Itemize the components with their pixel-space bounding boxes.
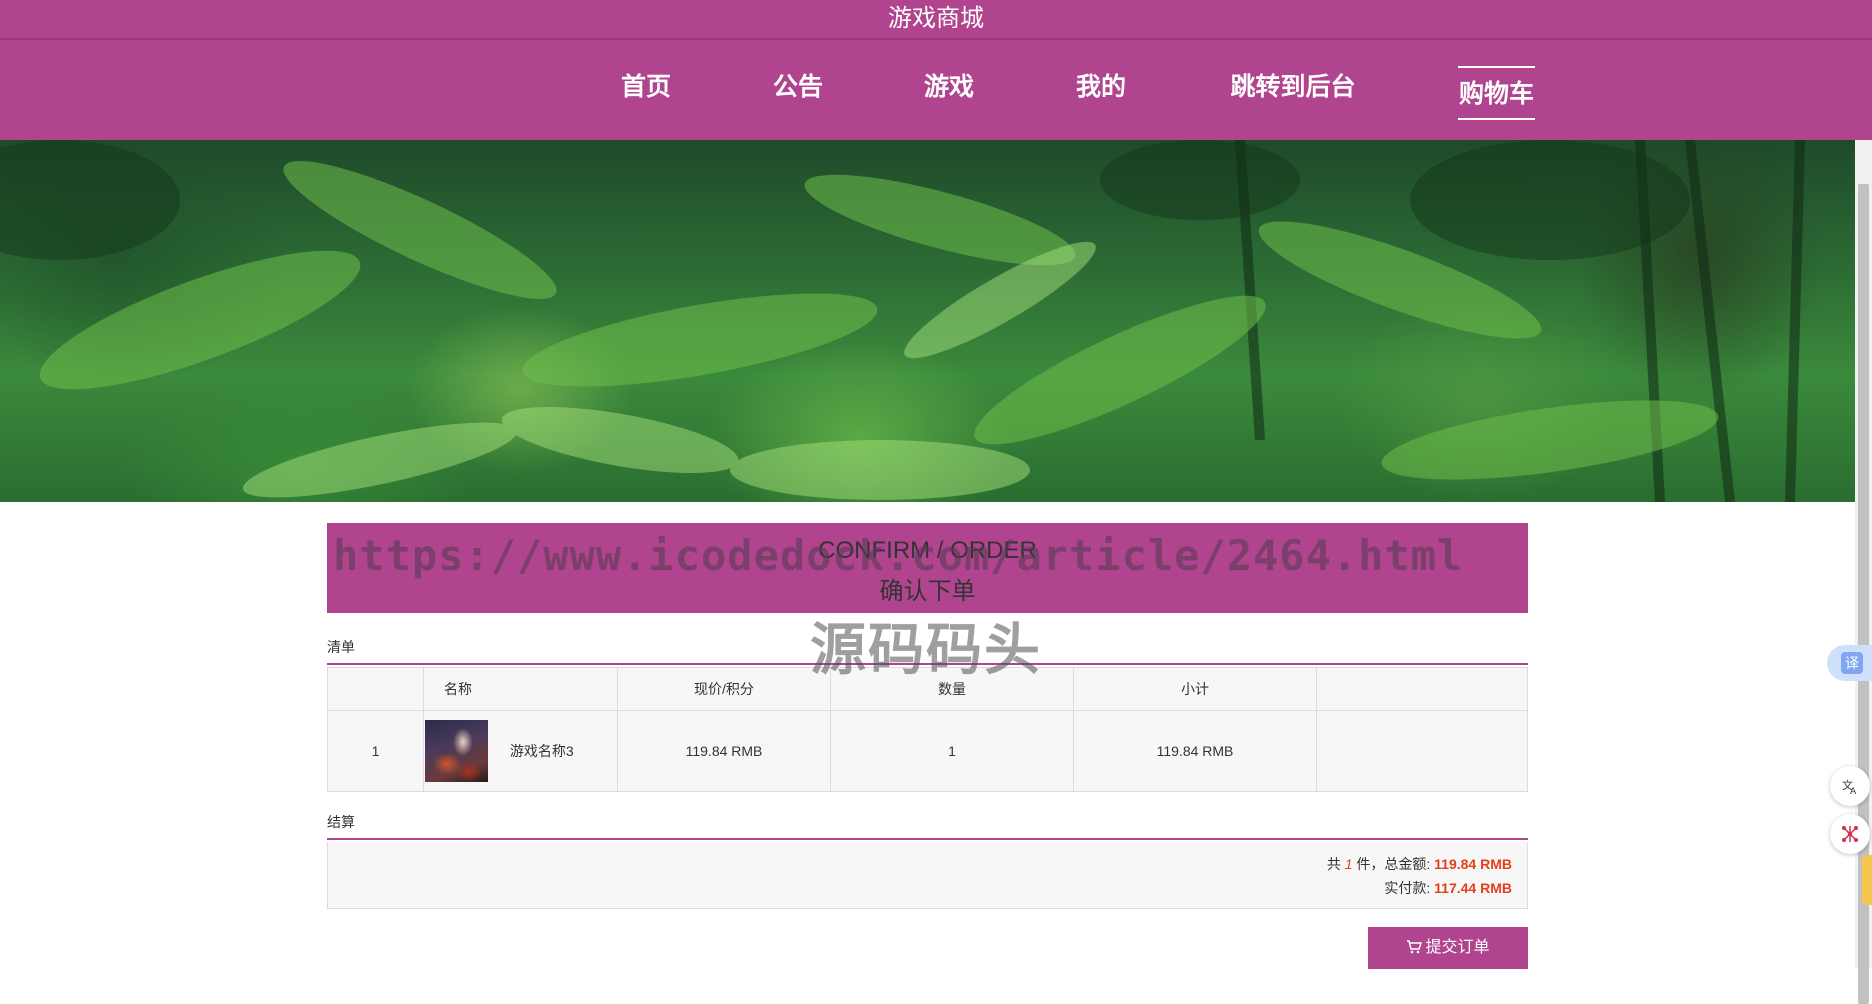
row-index: 1 [327, 710, 424, 792]
settle-paid-label: 实付款: [1384, 880, 1431, 896]
site-title: 游戏商城 [888, 5, 984, 32]
paid-amount: 117.44 RMB [1434, 880, 1512, 896]
settle-count-prefix: 共 [1326, 856, 1341, 872]
translate-icon: 译 [1841, 652, 1863, 674]
cart-icon [1407, 940, 1423, 954]
table-row: 1 游戏名称3 119.84 RMB 1 119.84 RMB [327, 710, 1528, 792]
product-thumbnail[interactable] [425, 720, 488, 782]
submit-order-label: 提交订单 [1425, 939, 1490, 956]
order-container: CONFIRM / ORDER 确认下单 https://www.icodedo… [327, 523, 1528, 969]
jungle-foliage-illustration [0, 140, 1805, 502]
nav-item-announcements[interactable]: 公告 [772, 66, 824, 108]
settle-divider [327, 838, 1528, 840]
list-section-label: 清单 [327, 639, 355, 655]
nav-item-games[interactable]: 游戏 [923, 66, 975, 108]
side-tab-strip[interactable] [1862, 855, 1872, 905]
col-index [327, 667, 424, 711]
settlement-summary: 共 1 件，总金额: 119.84 RMB 实付款: 117.44 RMB [327, 842, 1528, 909]
network-graph-icon[interactable] [1830, 814, 1870, 854]
translate-widget[interactable]: 译 [1827, 645, 1872, 681]
col-spacer [1316, 667, 1528, 711]
top-title-bar: 游戏商城 [0, 0, 1872, 40]
svg-text:A: A [1850, 787, 1857, 795]
col-quantity: 数量 [830, 667, 1074, 711]
col-name: 名称 [423, 667, 618, 711]
row-quantity: 1 [830, 710, 1074, 792]
product-name[interactable]: 游戏名称3 [510, 743, 574, 759]
cart-table: 名称 现价/积分 数量 小计 1 游戏名称3 119.84 RMB 1 119.… [327, 667, 1528, 792]
order-title-cn: 确认下单 [879, 578, 976, 605]
list-divider [327, 663, 1528, 665]
settle-total-label: 件，总金额: [1356, 856, 1431, 872]
nav-item-cart[interactable]: 购物车 [1458, 66, 1535, 120]
main-nav: 首页 公告 游戏 我的 跳转到后台 购物车 [0, 40, 1872, 140]
submit-order-button[interactable]: 提交订单 [1368, 927, 1528, 969]
nav-item-mine[interactable]: 我的 [1075, 66, 1127, 108]
col-subtotal: 小计 [1073, 667, 1317, 711]
order-header: CONFIRM / ORDER 确认下单 https://www.icodedo… [327, 523, 1528, 613]
nav-item-admin[interactable]: 跳转到后台 [1228, 66, 1358, 108]
order-title-en: CONFIRM / ORDER [818, 537, 1037, 564]
settle-section-label: 结算 [327, 814, 355, 830]
cart-table-header: 名称 现价/积分 数量 小计 [327, 667, 1528, 711]
item-count: 1 [1344, 856, 1353, 872]
nav-item-home[interactable]: 首页 [620, 66, 672, 108]
language-translate-icon[interactable]: 文 A [1830, 766, 1870, 806]
hero-banner-image [0, 140, 1855, 502]
settle-paid-line: 实付款: 117.44 RMB [1384, 878, 1512, 898]
row-spacer [1316, 710, 1528, 792]
col-price: 现价/积分 [617, 667, 831, 711]
row-product: 游戏名称3 [423, 710, 618, 792]
settle-total-line: 共 1 件，总金额: 119.84 RMB [1327, 854, 1512, 874]
row-price: 119.84 RMB [617, 710, 831, 792]
row-subtotal: 119.84 RMB [1073, 710, 1317, 792]
total-amount: 119.84 RMB [1434, 856, 1512, 872]
